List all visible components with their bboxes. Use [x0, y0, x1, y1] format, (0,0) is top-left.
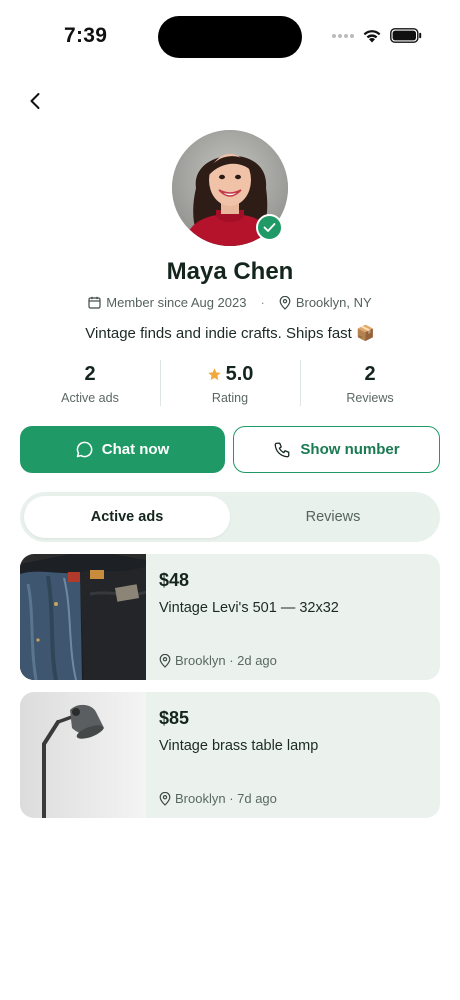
listing-meta: Brooklyn · 2d ago: [159, 653, 277, 668]
profile-location: Brooklyn, NY: [279, 295, 372, 310]
battery-icon: [390, 28, 422, 43]
star-icon: [207, 367, 221, 380]
status-time: 7:39: [64, 24, 108, 47]
lamp-photo: [20, 692, 146, 818]
stat-value-row: 5.0: [160, 360, 300, 388]
profile-bio: Vintage finds and indie crafts. Ships fa…: [85, 325, 375, 342]
stat-label: Rating: [211, 391, 249, 405]
stat-value: 5.0: [225, 362, 254, 385]
listing-meta-text: Brooklyn · 2d ago: [175, 653, 277, 668]
calendar-icon: [88, 296, 101, 309]
tab-active-ads[interactable]: Active ads: [24, 496, 230, 538]
stat-value: 2: [364, 362, 376, 385]
phone-icon: [275, 442, 290, 457]
chat-now-button[interactable]: Chat now: [20, 426, 225, 473]
stat-label: Active ads: [61, 391, 119, 405]
location-pin-icon: [159, 653, 171, 668]
back-button[interactable]: [22, 88, 48, 114]
chat-bubble-icon: [76, 441, 93, 458]
listing-meta-text: Brooklyn · 7d ago: [175, 791, 277, 806]
location-text: Brooklyn, NY: [295, 295, 372, 310]
chat-now-label: Chat now: [101, 441, 170, 458]
listing-price: $85: [159, 708, 190, 728]
location-pin-icon: [279, 295, 291, 310]
stat-active-ads: 2 Active ads: [20, 360, 160, 408]
listing-thumbnail: [20, 692, 146, 818]
member-since-text: Member since Aug 2023: [106, 295, 247, 310]
verified-badge: [256, 214, 283, 241]
wifi-icon: [363, 30, 381, 43]
stat-reviews: 2 Reviews: [300, 360, 440, 408]
chevron-left-icon: [30, 93, 40, 109]
show-number-label: Show number: [300, 441, 400, 458]
profile-tabs: Active ads Reviews: [20, 492, 440, 542]
listing-card[interactable]: $48 Vintage Levi's 501 — 32x32 Brooklyn …: [20, 554, 440, 680]
listing-price: $48: [159, 570, 190, 590]
listing-title: Vintage Levi's 501 — 32x32: [159, 600, 339, 616]
stat-value: 2: [84, 362, 96, 385]
status-bar: 7:39: [0, 0, 460, 76]
location-pin-icon: [159, 791, 171, 806]
listing-title: Vintage brass table lamp: [159, 738, 319, 754]
listing-meta: Brooklyn · 7d ago: [159, 791, 277, 806]
profile-meta: Member since Aug 2023 · Brooklyn, NY: [0, 295, 460, 310]
status-icons: [332, 28, 422, 43]
tab-reviews[interactable]: Reviews: [230, 496, 436, 538]
show-number-button[interactable]: Show number: [233, 426, 440, 473]
check-icon: [263, 223, 276, 232]
dynamic-island: [158, 16, 302, 58]
signal-icon: [332, 33, 354, 38]
meta-separator: ·: [260, 295, 265, 310]
profile-name: Maya Chen: [166, 258, 294, 285]
member-since: Member since Aug 2023: [88, 295, 246, 310]
listing-card[interactable]: $85 Vintage brass table lamp Brooklyn · …: [20, 692, 440, 818]
stat-label: Reviews: [346, 391, 394, 405]
profile-stats: 2 Active ads 5.0 Rating 2 Reviews: [20, 360, 440, 408]
stat-rating: 5.0 Rating: [160, 360, 300, 408]
listing-thumbnail: [20, 554, 146, 680]
jeans-photo: [20, 554, 146, 680]
